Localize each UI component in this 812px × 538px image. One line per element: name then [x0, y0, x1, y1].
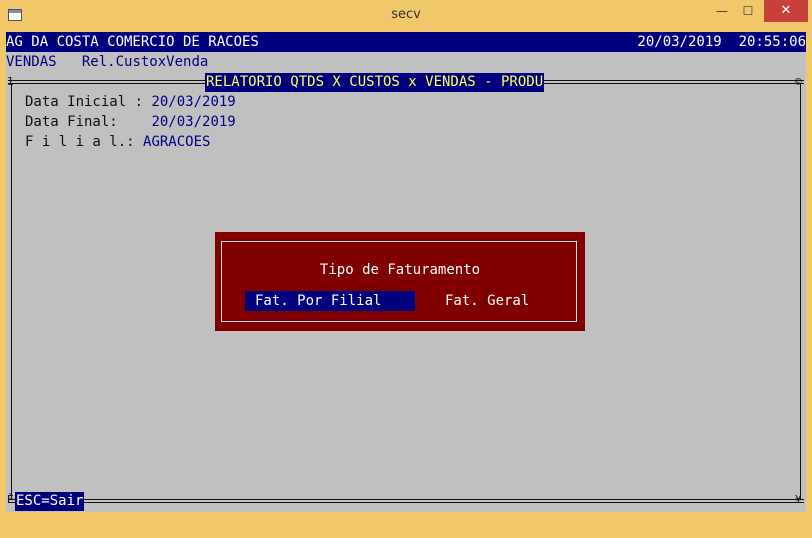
- option-fat-por-filial[interactable]: Fat. Por Filial: [245, 291, 415, 311]
- date-time: 20/03/2019 20:55:06: [637, 32, 806, 52]
- breadcrumb: VENDAS Rel.CustoxVenda: [6, 52, 208, 72]
- header-time: 20:55:06: [738, 34, 806, 50]
- frame-corner-bottom-left: È: [7, 493, 14, 506]
- frame-corner-top-right: ©: [795, 75, 802, 88]
- breadcrumb-module: VENDAS: [6, 54, 57, 70]
- frame-bottom-border: [8, 499, 804, 503]
- window-title: secv: [391, 7, 421, 22]
- close-button[interactable]: ✕: [764, 0, 808, 22]
- esc-exit-hint[interactable]: ESC=Sair: [15, 492, 85, 511]
- faturamento-dialog: Tipo de Faturamento Fat. Por Filial Fat.…: [215, 232, 585, 331]
- header-date: 20/03/2019: [637, 34, 722, 50]
- frame-corner-top-left: 1: [7, 75, 14, 88]
- console-screen[interactable]: AG DA COSTA COMERCIO DE RACOES 20/03/201…: [6, 32, 806, 512]
- report-title: RELATORIO QTDS X CUSTOS x VENDAS - PRODU: [205, 73, 545, 92]
- field-data-inicial[interactable]: Data Inicial : 20/03/2019: [25, 92, 236, 112]
- data-inicial-value[interactable]: 20/03/2019: [151, 94, 235, 110]
- minimize-button[interactable]: —: [710, 0, 734, 22]
- maximize-button[interactable]: ☐: [736, 0, 760, 22]
- breadcrumb-program: Rel.CustoxVenda: [81, 54, 209, 70]
- filial-value[interactable]: AGRACOES: [143, 134, 210, 150]
- frame-corner-bottom-right: ¥: [795, 493, 802, 506]
- data-final-value[interactable]: 20/03/2019: [151, 114, 235, 130]
- frame-right-border: [800, 84, 801, 499]
- window-bottom-border: [0, 512, 812, 538]
- field-data-final[interactable]: Data Final: 20/03/2019: [25, 112, 236, 132]
- header-bar: AG DA COSTA COMERCIO DE RACOES 20/03/201…: [6, 32, 806, 52]
- dialog-title: Tipo de Faturamento: [319, 262, 481, 278]
- frame-left-border: [11, 84, 12, 499]
- filial-label: F i l i a l.:: [25, 134, 144, 150]
- field-filial[interactable]: F i l i a l.: AGRACOES: [25, 132, 210, 152]
- data-final-label: Data Final:: [25, 114, 152, 130]
- data-inicial-label: Data Inicial :: [25, 94, 152, 110]
- window-titlebar[interactable]: secv — ☐ ✕: [0, 0, 812, 32]
- option-fat-geral[interactable]: Fat. Geral: [445, 291, 529, 311]
- company-name: AG DA COSTA COMERCIO DE RACOES: [6, 34, 259, 50]
